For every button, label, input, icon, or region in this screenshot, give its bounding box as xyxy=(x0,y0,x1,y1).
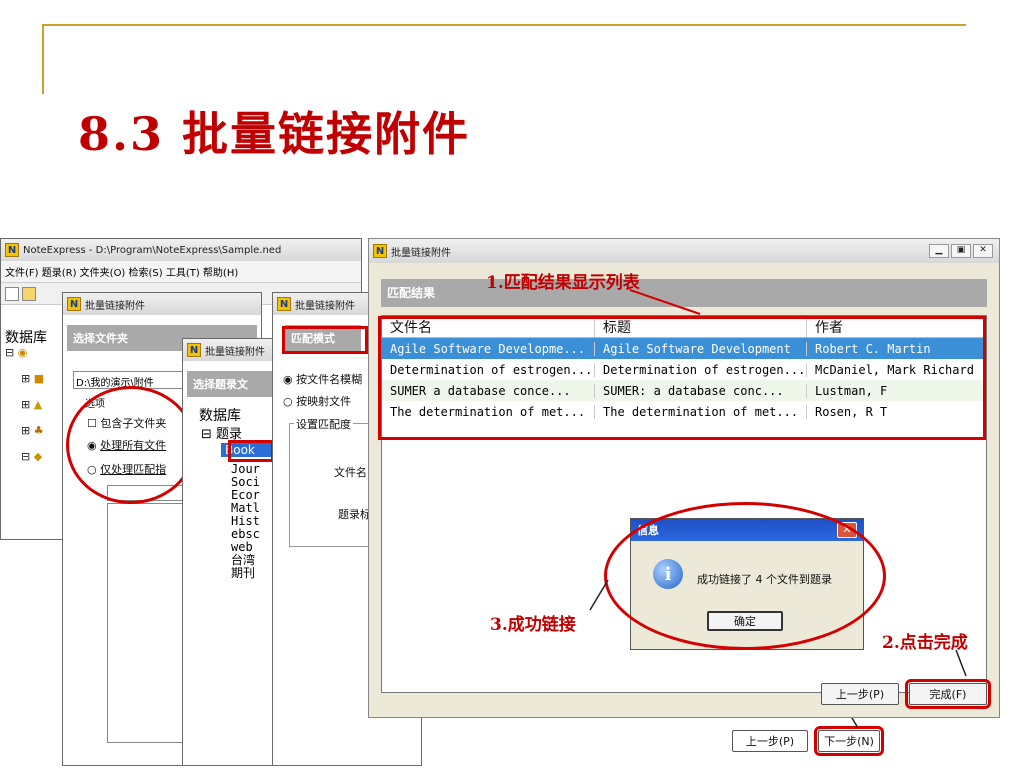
arrow-click-finish xyxy=(955,649,967,677)
annotation-arrows xyxy=(589,289,967,729)
arrow-success xyxy=(589,579,609,611)
arrow-next xyxy=(851,717,859,729)
arrow-result-list xyxy=(629,289,701,315)
